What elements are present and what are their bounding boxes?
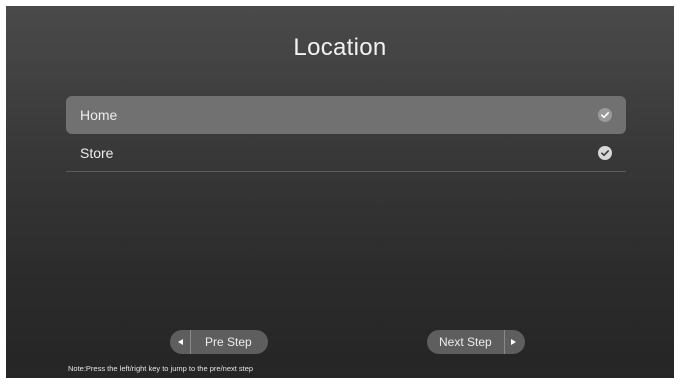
check-circle-icon	[598, 108, 612, 122]
check-circle-icon	[598, 145, 612, 160]
button-divider	[503, 330, 505, 354]
arrow-left-icon	[176, 339, 184, 345]
next-step-label: Next Step	[439, 335, 492, 349]
option-label: Store	[80, 144, 114, 161]
location-list: Home Store	[66, 96, 626, 172]
setup-screen: Location Home Store Pre Step Next Step N…	[6, 6, 674, 378]
pre-step-label: Pre Step	[205, 335, 252, 349]
option-store[interactable]: Store	[66, 134, 626, 172]
next-step-button[interactable]: Next Step	[427, 330, 525, 354]
button-divider	[190, 330, 191, 354]
pre-step-button[interactable]: Pre Step	[170, 330, 268, 354]
page-title: Location	[293, 34, 387, 61]
option-home[interactable]: Home	[66, 96, 626, 134]
navigation-note: Note:Press the left/right key to jump to…	[68, 364, 254, 373]
arrow-right-icon	[509, 339, 519, 345]
option-label: Home	[80, 107, 118, 123]
